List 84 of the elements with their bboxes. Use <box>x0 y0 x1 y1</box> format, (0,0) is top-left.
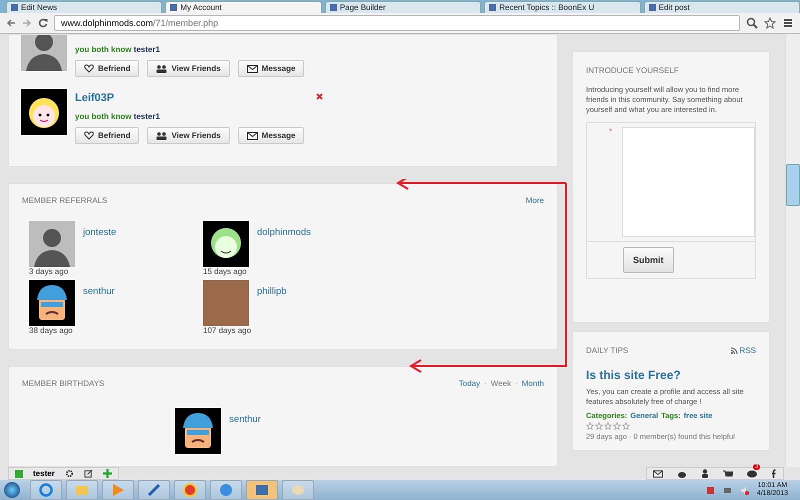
member-name-link[interactable]: senthur <box>229 408 261 425</box>
folder-icon <box>75 483 89 497</box>
introduction-input-field[interactable] <box>622 127 755 238</box>
browser-tab[interactable]: Recent Topics :: BoonEx U <box>484 1 641 13</box>
screen-icon <box>255 483 269 497</box>
mutual-friend-text: you both know tester1 <box>75 45 161 54</box>
submit-button[interactable]: Submit <box>623 247 674 274</box>
separator-dot: · <box>515 379 518 388</box>
forward-arrow-icon[interactable] <box>22 18 32 28</box>
period-tab[interactable]: Week <box>490 379 512 388</box>
member-name-link[interactable]: dolphinmods <box>257 221 311 238</box>
profile-action-button[interactable]: Message <box>238 60 304 77</box>
start-button[interactable] <box>4 482 20 498</box>
section-title: INTRODUCE YOURSELF <box>586 66 680 75</box>
period-tab[interactable]: Month <box>522 379 544 388</box>
play-icon <box>111 483 125 497</box>
flag-icon[interactable] <box>706 486 715 494</box>
join-time-text: 15 days ago <box>203 267 248 276</box>
browser-tab[interactable]: Edit News <box>6 1 162 13</box>
menu-icon[interactable] <box>782 17 794 29</box>
edit-icon[interactable] <box>84 469 93 478</box>
member-name-link[interactable]: phillipb <box>257 280 287 298</box>
tip-heading-link[interactable]: Is this site Free? <box>586 368 756 382</box>
photo-placeholder <box>203 280 249 326</box>
profile-action-button[interactable]: View Friends <box>147 127 230 144</box>
heart-icon <box>84 64 94 73</box>
cartoon-cap-avatar <box>175 408 222 454</box>
person-icon[interactable] <box>701 469 709 478</box>
browser-tab[interactable]: Page Builder <box>324 1 482 13</box>
star-icon[interactable] <box>764 17 776 29</box>
taskbar-button[interactable] <box>246 480 278 500</box>
cartoon-cap-avatar <box>29 280 75 326</box>
join-time-text: 107 days ago <box>203 326 252 336</box>
rss-icon <box>730 347 738 354</box>
silhouette-avatar <box>29 221 75 268</box>
rating-stars[interactable] <box>586 422 630 430</box>
people-icon <box>156 64 168 72</box>
taskbar-button[interactable] <box>138 480 170 500</box>
f-letter-icon[interactable] <box>771 469 777 478</box>
pen-icon <box>147 483 161 497</box>
cart-icon[interactable] <box>723 470 733 478</box>
address-field[interactable]: www.dolphinmods.com/71/member.php <box>54 15 740 31</box>
member-name-link[interactable]: jonteste <box>83 221 116 238</box>
scrollbar[interactable] <box>785 34 800 467</box>
user-status-icon <box>15 470 23 478</box>
envelope-icon <box>246 64 258 72</box>
close-icon[interactable] <box>316 93 323 100</box>
join-time-text: 3 days ago <box>29 267 70 276</box>
browser-tab[interactable]: Edit post <box>644 1 800 13</box>
username-link[interactable]: tester <box>33 469 55 478</box>
envelope-icon[interactable] <box>653 470 663 478</box>
profile-action-button[interactable]: View Friends <box>147 60 230 77</box>
people-icon <box>156 132 168 140</box>
member-name-link[interactable]: Leif03P <box>75 92 304 106</box>
envelope-icon <box>246 132 258 140</box>
reload-icon[interactable] <box>38 18 48 28</box>
wheel-icon <box>183 483 197 497</box>
cartoon-face-avatar <box>203 221 249 268</box>
settings-icon[interactable] <box>64 469 74 478</box>
browser-tab[interactable]: My Account <box>165 1 322 13</box>
separator-dot: · <box>484 379 487 388</box>
taskbar-button[interactable] <box>174 480 206 500</box>
more-link[interactable]: More <box>526 196 544 206</box>
section-title: DAILY TIPS <box>586 346 628 355</box>
period-tab[interactable]: Today <box>458 379 480 388</box>
section-title: MEMBER BIRTHDAYS <box>22 379 104 388</box>
network-icon[interactable] <box>722 486 732 494</box>
plus-icon[interactable] <box>102 469 112 478</box>
profile-action-button[interactable]: Befriend <box>75 127 140 144</box>
mutual-friend-text: you both know tester1 <box>75 112 161 121</box>
back-arrow-icon[interactable] <box>6 18 16 28</box>
cartoon-girl-avatar <box>21 89 67 135</box>
taskbar-button[interactable] <box>210 480 242 500</box>
speaker-muted-icon[interactable] <box>740 486 749 494</box>
member-name-link[interactable]: senthur <box>83 280 115 298</box>
heart-icon <box>84 131 94 140</box>
profile-action-button[interactable]: Befriend <box>75 60 140 77</box>
join-time-text: 38 days ago <box>29 326 74 336</box>
bubble-icon[interactable] <box>747 470 757 478</box>
zoom-icon[interactable] <box>746 17 758 29</box>
profile-action-button[interactable]: Message <box>238 127 304 144</box>
rss-link[interactable]: RSS <box>730 346 756 355</box>
required-mark: * <box>609 127 612 138</box>
section-title: MEMBER REFERRALS <box>22 196 108 206</box>
